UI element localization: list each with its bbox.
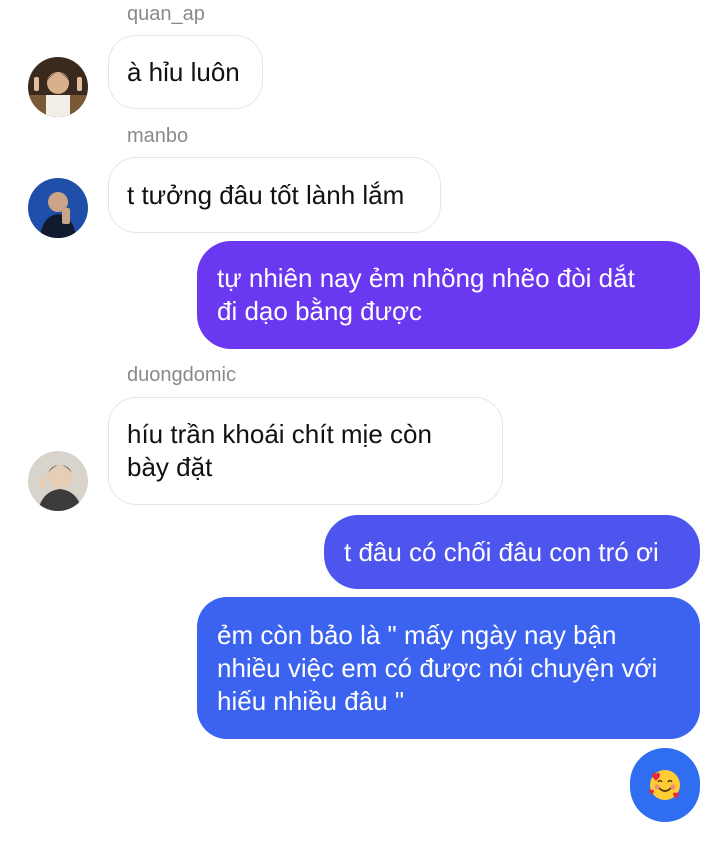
sender-name: manbo: [127, 125, 189, 147]
chat-thread: quan_ap à hỉu luôn manbo t tưởng đâu tốt…: [0, 0, 720, 841]
avatar-duongdomic-image: [28, 451, 88, 511]
sender-name: duongdomic: [127, 364, 236, 386]
message-bubble-emoji[interactable]: [630, 748, 700, 822]
avatar-manbo-image: [28, 178, 88, 238]
message-text: t đâu có chối đâu con tró ơi: [344, 536, 659, 567]
message-bubble-outgoing[interactable]: ẻm còn bảo là " mấy ngày nay bận nhiều v…: [197, 597, 700, 739]
message-bubble-outgoing[interactable]: t đâu có chối đâu con tró ơi: [324, 515, 700, 589]
avatar[interactable]: [28, 178, 88, 238]
message-text: híu trần khoái chít mịe còn bày đặt: [127, 419, 432, 482]
avatar[interactable]: [28, 451, 88, 511]
message-text: à hỉu luôn: [127, 56, 240, 87]
smiling-face-with-hearts-icon: [649, 770, 680, 800]
message-bubble-incoming[interactable]: híu trần khoái chít mịe còn bày đặt: [108, 397, 503, 505]
message-text: ẻm còn bảo là " mấy ngày nay bận nhiều v…: [217, 619, 658, 716]
message-bubble-incoming[interactable]: à hỉu luôn: [108, 35, 263, 109]
avatar-quan-ap-image: [28, 57, 88, 117]
avatar[interactable]: [28, 57, 88, 117]
sender-name: quan_ap: [127, 3, 205, 25]
message-bubble-incoming[interactable]: t tưởng đâu tốt lành lắm: [108, 157, 441, 233]
message-bubble-outgoing[interactable]: tự nhiên nay ẻm nhõng nhẽo đòi dắt đi dạ…: [197, 241, 700, 349]
message-text: t tưởng đâu tốt lành lắm: [127, 179, 405, 210]
message-text: tự nhiên nay ẻm nhõng nhẽo đòi dắt đi dạ…: [217, 263, 635, 326]
